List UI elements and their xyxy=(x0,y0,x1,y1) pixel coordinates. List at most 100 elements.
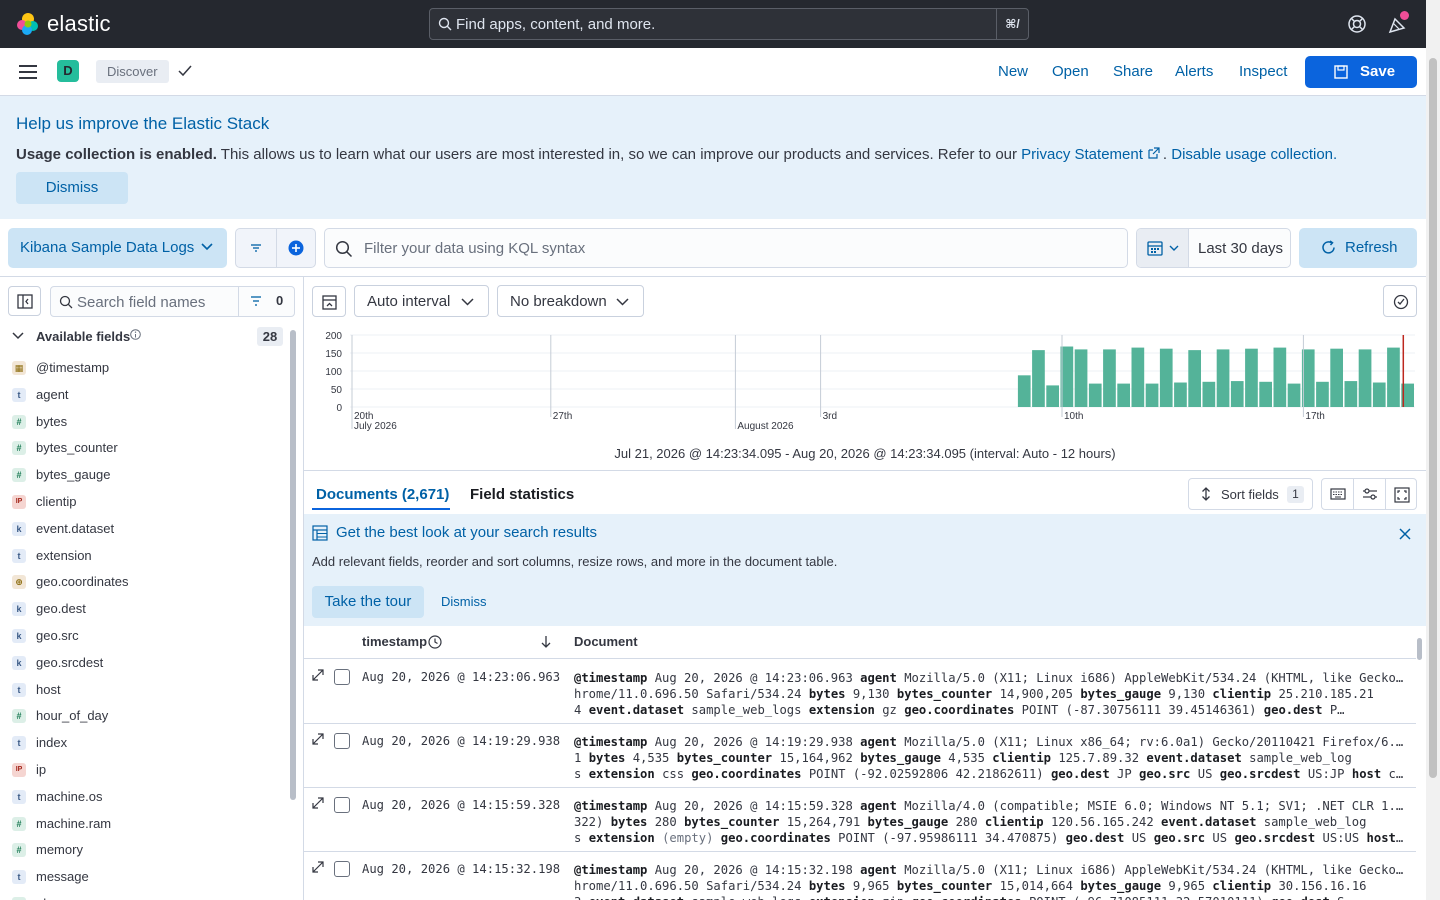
field-item-bytes-gauge[interactable]: # bytes_gauge xyxy=(12,462,282,489)
field-item-extension[interactable]: t extension xyxy=(12,543,282,570)
column-header-timestamp[interactable]: timestamp xyxy=(362,634,427,649)
table-row[interactable]: Aug 20, 2026 @ 14:23:06.963 @timestamp Au… xyxy=(304,660,1416,724)
field-item-machine-os[interactable]: t machine.os xyxy=(12,784,282,811)
info-icon[interactable] xyxy=(130,329,141,340)
document-field-value: … xyxy=(1395,831,1404,845)
row-select-checkbox[interactable] xyxy=(334,861,350,877)
field-item-machine-ram[interactable]: # machine.ram xyxy=(12,811,282,838)
toggle-chart-button[interactable] xyxy=(312,286,346,317)
breadcrumb-discover[interactable]: Discover xyxy=(96,60,169,83)
expand-row-icon[interactable] xyxy=(312,861,324,873)
table-row[interactable]: Aug 20, 2026 @ 14:15:59.328 @timestamp Au… xyxy=(304,788,1416,852)
collapse-sidebar-button[interactable] xyxy=(8,286,41,316)
document-field-value: sample_web_logs xyxy=(684,895,809,900)
callout-dismiss-button[interactable]: Dismiss xyxy=(16,172,128,204)
field-type-number-icon: # xyxy=(12,468,26,483)
privacy-statement-link[interactable]: Privacy Statement xyxy=(1021,146,1143,163)
histogram-bar xyxy=(1159,348,1173,407)
display-settings-icon[interactable] xyxy=(1362,487,1378,501)
global-search-input[interactable]: Find apps, content, and more. ⌘/ xyxy=(429,8,1029,40)
data-view-picker[interactable]: Kibana Sample Data Logs xyxy=(8,228,227,268)
document-field-value: JP xyxy=(1109,767,1140,781)
field-item-event-dataset[interactable]: k event.dataset xyxy=(12,516,282,543)
close-icon[interactable] xyxy=(1399,528,1411,540)
sidebar-scrollbar[interactable] xyxy=(290,330,296,800)
row-select-checkbox[interactable] xyxy=(334,733,350,749)
share-link[interactable]: Share xyxy=(1113,63,1153,80)
expand-row-icon[interactable] xyxy=(312,733,324,745)
interval-dropdown[interactable]: Auto interval xyxy=(354,285,489,317)
tour-dismiss-button[interactable]: Dismiss xyxy=(441,594,487,609)
table-row[interactable]: Aug 20, 2026 @ 14:15:32.198 @timestamp Au… xyxy=(304,852,1416,900)
document-field-value: sample_web_log xyxy=(1241,751,1352,765)
table-row[interactable]: Aug 20, 2026 @ 14:19:29.938 @timestamp Au… xyxy=(304,724,1416,788)
elastic-logo-icon[interactable] xyxy=(16,12,40,36)
sort-fields-button[interactable]: Sort fields 1 xyxy=(1188,478,1313,510)
refresh-button[interactable]: Refresh xyxy=(1299,228,1417,268)
fullscreen-icon[interactable] xyxy=(1394,487,1410,503)
save-button[interactable]: Save xyxy=(1305,56,1417,88)
document-field-value: 120.56.165.242 xyxy=(1043,815,1162,829)
field-item-ip[interactable]: IP ip xyxy=(12,757,282,784)
new-link[interactable]: New xyxy=(998,63,1028,80)
expand-row-icon[interactable] xyxy=(312,669,324,681)
kql-query-input[interactable]: Filter your data using KQL syntax xyxy=(324,228,1128,268)
sort-descending-icon[interactable] xyxy=(540,635,552,649)
field-item--timestamp[interactable]: ▦ @timestamp xyxy=(12,355,282,382)
field-item-hour-of-day[interactable]: # hour_of_day xyxy=(12,703,282,730)
field-item-phpmemory[interactable]: #phpmemory xyxy=(12,891,282,900)
breakdown-dropdown[interactable]: No breakdown xyxy=(497,285,644,317)
filter-menu-icon[interactable] xyxy=(249,242,263,254)
field-item-clientip[interactable]: IP clientip xyxy=(12,489,282,516)
field-item-agent[interactable]: t agent xyxy=(12,382,282,409)
disable-usage-link[interactable]: Disable usage collection. xyxy=(1171,146,1337,163)
row-select-checkbox[interactable] xyxy=(334,669,350,685)
field-item-message[interactable]: t message xyxy=(12,864,282,891)
histogram-bar xyxy=(1245,348,1258,407)
quick-date-menu-button[interactable] xyxy=(1137,229,1189,267)
field-item-geo-src[interactable]: k geo.src xyxy=(12,623,282,650)
document-field-value: Aug 20, 2026 @ 14:15:59.328 xyxy=(647,799,861,813)
tab-documents[interactable]: Documents (2,671) xyxy=(316,486,449,503)
brand-name[interactable]: elastic xyxy=(47,11,111,37)
take-tour-button[interactable]: Take the tour xyxy=(312,586,424,618)
field-name: hour_of_day xyxy=(36,708,109,724)
tab-field-statistics[interactable]: Field statistics xyxy=(470,486,574,503)
table-scrollbar[interactable] xyxy=(1417,638,1422,660)
histogram-bar xyxy=(1117,383,1130,407)
field-item-bytes[interactable]: # bytes xyxy=(12,409,282,436)
chart-options-button[interactable] xyxy=(1383,285,1417,317)
field-item-memory[interactable]: # memory xyxy=(12,837,282,864)
document-field-value: 25.210.185.21 xyxy=(1271,687,1374,701)
document-field-key: host xyxy=(1366,831,1396,845)
field-item-geo-coordinates[interactable]: ⊕ geo.coordinates xyxy=(12,569,282,596)
expand-row-icon[interactable] xyxy=(312,797,324,809)
date-picker: Last 30 days xyxy=(1136,228,1291,268)
available-fields-header[interactable]: Available fields 28 xyxy=(12,327,283,346)
document-field-key: geo.dest xyxy=(1050,767,1110,781)
open-link[interactable]: Open xyxy=(1052,63,1089,80)
space-avatar[interactable]: D xyxy=(57,60,79,82)
field-item-bytes-counter[interactable]: # bytes_counter xyxy=(12,435,282,462)
page-scrollbar-thumb[interactable] xyxy=(1429,58,1437,778)
field-item-index[interactable]: t index xyxy=(12,730,282,757)
histogram-chart[interactable]: 20015010050020thJuly 202627thAugust 2026… xyxy=(312,327,1422,435)
field-item-geo-dest[interactable]: k geo.dest xyxy=(12,596,282,623)
help-icon[interactable] xyxy=(1347,14,1367,34)
histogram-bar xyxy=(1103,349,1116,407)
add-filter-icon[interactable] xyxy=(288,240,304,256)
document-field-value: 9,130 xyxy=(1161,687,1213,701)
field-type-filter-button[interactable]: 0 xyxy=(238,287,294,316)
column-header-document[interactable]: Document xyxy=(574,634,638,649)
inspect-link[interactable]: Inspect xyxy=(1239,63,1287,80)
time-range-label[interactable]: Last 30 days xyxy=(1198,240,1283,257)
field-search-input[interactable]: Search field names 0 xyxy=(50,286,295,317)
row-select-checkbox[interactable] xyxy=(334,797,350,813)
field-item-host[interactable]: t host xyxy=(12,677,282,704)
hamburger-menu-icon[interactable] xyxy=(19,65,37,79)
field-type-text-icon: t xyxy=(12,548,26,563)
keyboard-icon[interactable] xyxy=(1330,487,1346,501)
alerts-link[interactable]: Alerts xyxy=(1175,63,1213,80)
field-item-geo-srcdest[interactable]: k geo.srcdest xyxy=(12,650,282,677)
field-filter-count: 0 xyxy=(276,293,284,308)
